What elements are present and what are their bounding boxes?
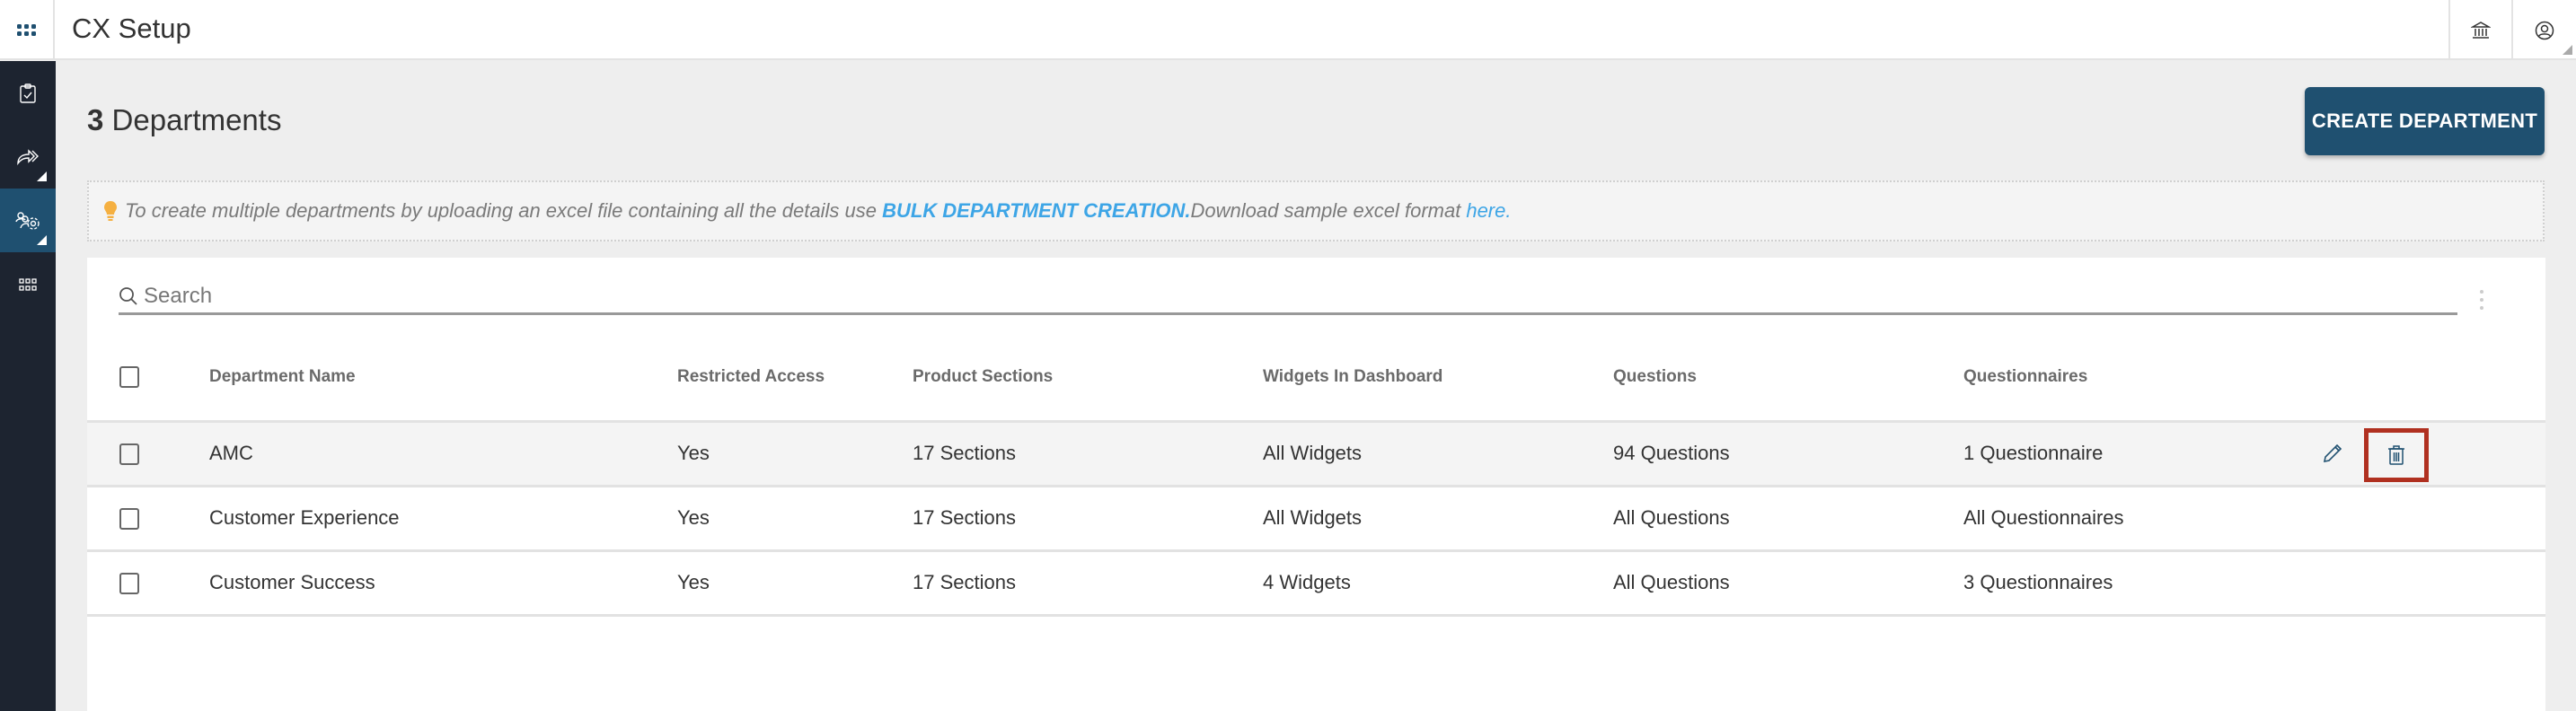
main-content: 3 Departments CREATE DEPARTMENT To creat…	[56, 61, 2576, 711]
product-sections: 17 Sections	[913, 550, 1263, 617]
column-header-restricted-access[interactable]: Restricted Access	[677, 335, 913, 423]
info-banner: To create multiple departments by upload…	[87, 180, 2545, 241]
sidebar-item-apps[interactable]	[0, 252, 56, 316]
download-text: Download sample excel format	[1190, 199, 1461, 222]
download-sample-link[interactable]: here.	[1466, 199, 1511, 223]
table-row[interactable]: AMC Yes 17 Sections All Widgets 94 Quest…	[87, 421, 2545, 487]
search-icon	[119, 286, 137, 305]
row-checkbox[interactable]	[119, 573, 139, 595]
row-checkbox[interactable]	[119, 443, 139, 466]
edit-button[interactable]	[2322, 443, 2343, 470]
department-name: AMC	[209, 421, 677, 487]
departments-card: Department Name Restricted Access Produc…	[87, 258, 2545, 711]
delete-button[interactable]	[2364, 427, 2429, 482]
top-bar: CX Setup	[0, 0, 2576, 60]
department-name: Customer Experience	[209, 486, 677, 552]
bulk-department-creation-link[interactable]: BULK DEPARTMENT CREATION.	[882, 199, 1190, 223]
restricted-access: Yes	[677, 550, 913, 617]
search-bar	[119, 279, 2457, 315]
widgets: All Widgets	[1263, 486, 1613, 552]
widgets: 4 Widgets	[1263, 550, 1613, 617]
restricted-access: Yes	[677, 486, 913, 552]
share-forward-icon	[17, 148, 39, 165]
page-title: 3 Departments	[87, 103, 281, 137]
column-header-product-sections[interactable]: Product Sections	[913, 335, 1263, 423]
user-account-icon	[2535, 21, 2554, 40]
widgets: All Widgets	[1263, 421, 1613, 487]
bank-button[interactable]	[2448, 0, 2511, 60]
apps-menu-button[interactable]	[0, 0, 55, 60]
bank-icon	[2471, 21, 2491, 39]
page-title-text: Departments	[111, 103, 282, 136]
questionnaires: All Questionnaires	[1963, 486, 2303, 552]
search-input[interactable]	[144, 283, 2389, 309]
questions: 94 Questions	[1613, 421, 1963, 487]
apps-grid-icon	[16, 23, 36, 36]
create-department-button[interactable]: CREATE DEPARTMENT	[2305, 87, 2545, 155]
submenu-indicator	[37, 235, 47, 245]
column-header-widgets[interactable]: Widgets In Dashboard	[1263, 335, 1613, 423]
column-header-questions[interactable]: Questions	[1613, 335, 1963, 423]
pencil-icon	[2323, 443, 2342, 462]
team-settings-icon	[15, 211, 40, 230]
user-account-button[interactable]	[2511, 0, 2576, 60]
questions: All Questions	[1613, 486, 1963, 552]
table-row[interactable]: Customer Success Yes 17 Sections 4 Widge…	[87, 550, 2545, 617]
department-count: 3	[87, 103, 104, 136]
trash-icon	[2388, 444, 2404, 465]
questions: All Questions	[1613, 550, 1963, 617]
department-name: Customer Success	[209, 550, 677, 617]
column-header-questionnaires[interactable]: Questionnaires	[1963, 335, 2303, 423]
sidebar	[0, 61, 56, 711]
submenu-indicator	[2563, 45, 2572, 55]
questionnaires: 1 Questionnaire	[1963, 421, 2303, 487]
select-all-checkbox[interactable]	[119, 366, 139, 389]
clipboard-check-icon	[20, 83, 36, 103]
lightbulb-icon	[103, 200, 118, 222]
table-row[interactable]: Customer Experience Yes 17 Sections All …	[87, 486, 2545, 552]
product-sections: 17 Sections	[913, 486, 1263, 552]
sidebar-item-team-settings[interactable]	[0, 189, 56, 252]
sidebar-item-tasks[interactable]	[0, 61, 56, 125]
row-checkbox[interactable]	[119, 508, 139, 531]
more-options-icon[interactable]	[2476, 290, 2487, 310]
questionnaires: 3 Questionnaires	[1963, 550, 2303, 617]
app-title: CX Setup	[72, 13, 191, 44]
table-header-row: Department Name Restricted Access Produc…	[87, 335, 2545, 423]
restricted-access: Yes	[677, 421, 913, 487]
product-sections: 17 Sections	[913, 421, 1263, 487]
submenu-indicator	[37, 171, 47, 181]
departments-table: Department Name Restricted Access Produc…	[87, 335, 2545, 617]
info-text: To create multiple departments by upload…	[125, 199, 877, 222]
row-actions	[2303, 421, 2545, 487]
sidebar-item-share[interactable]	[0, 125, 56, 189]
column-header-department-name[interactable]: Department Name	[209, 335, 677, 423]
grid-icon	[19, 277, 37, 291]
